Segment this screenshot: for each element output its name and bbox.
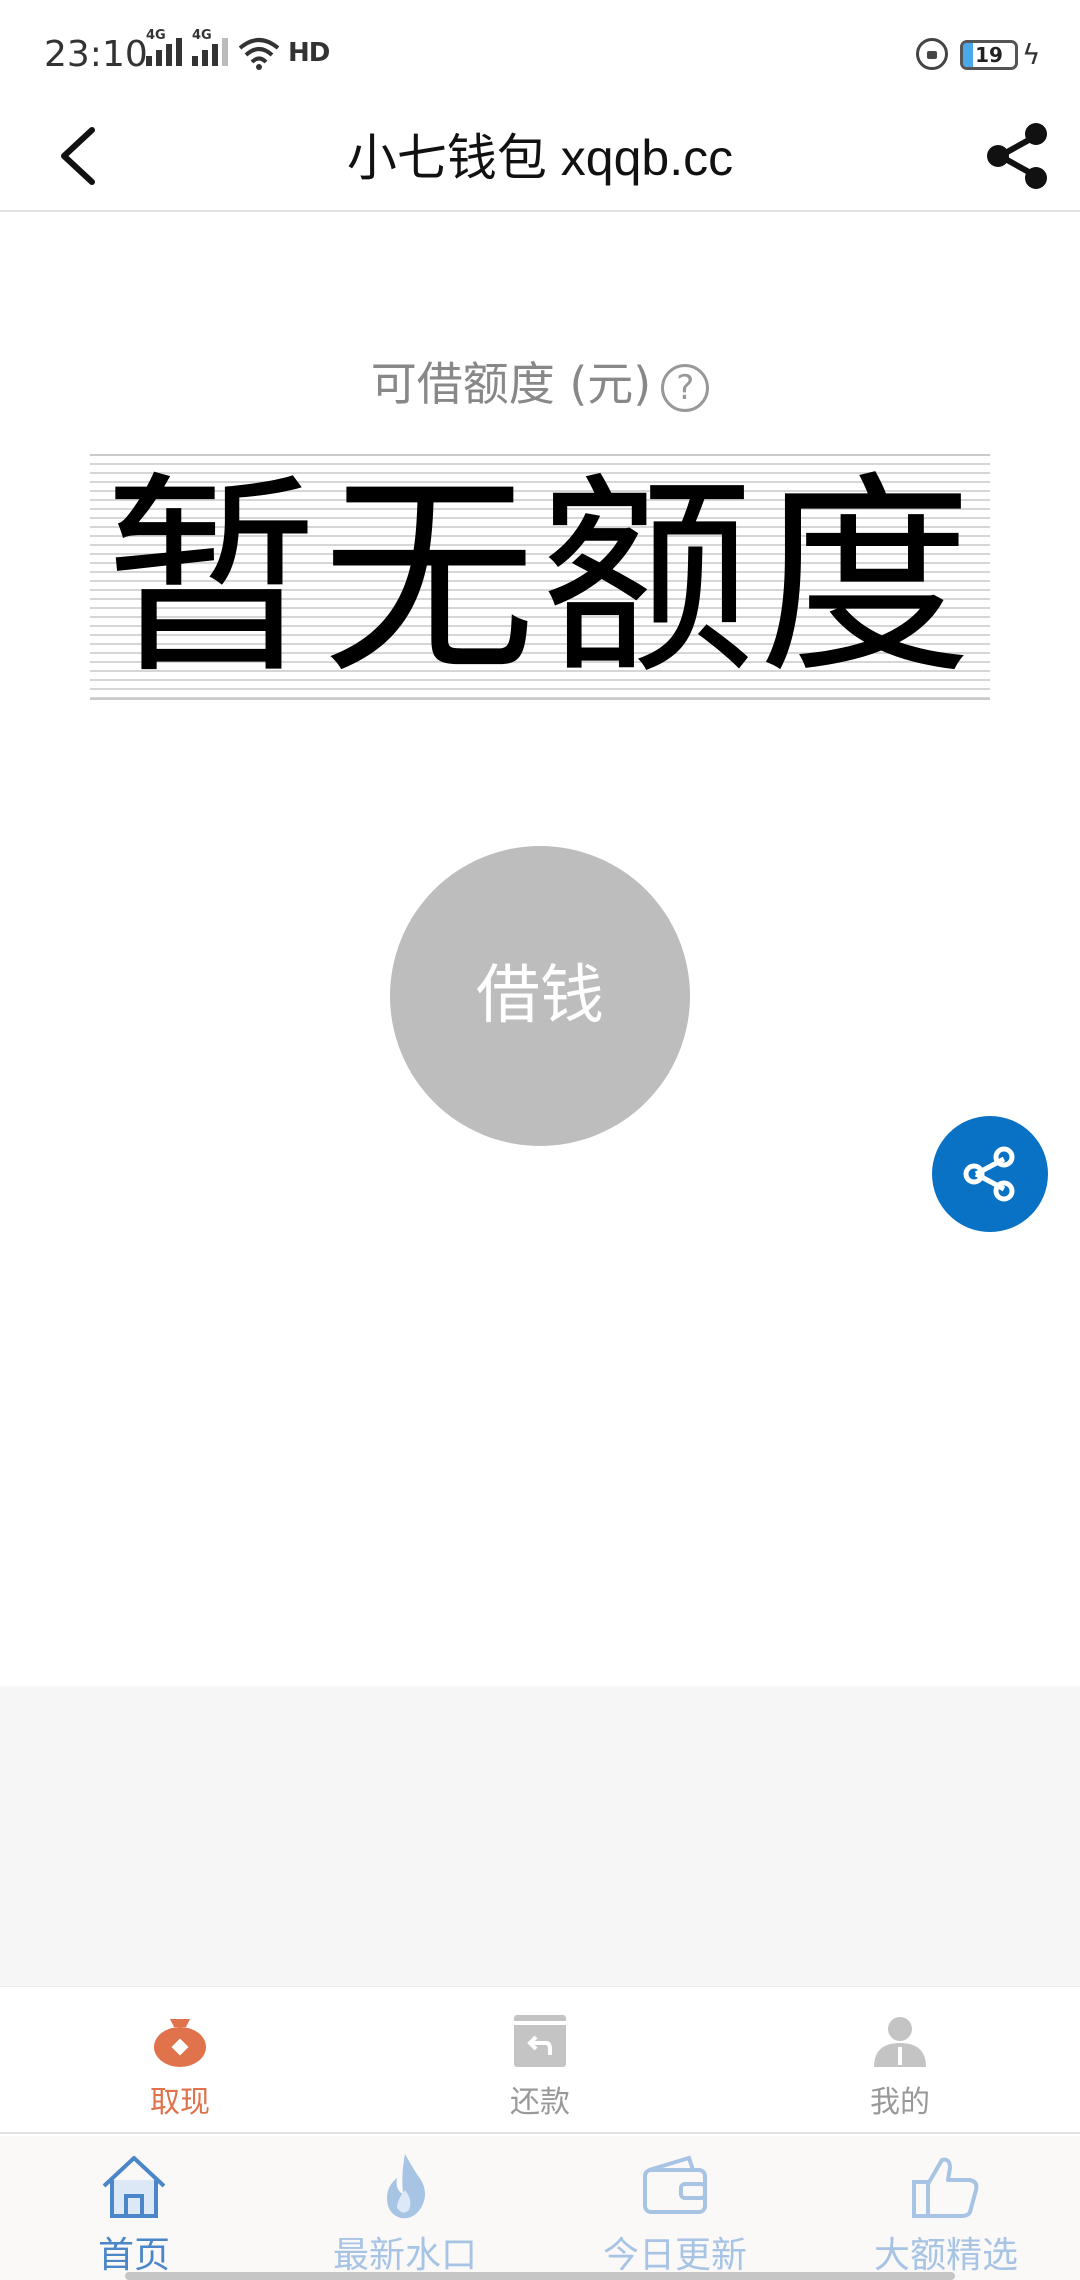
money-bag-icon	[154, 2019, 206, 2067]
home-indicator[interactable]	[125, 2272, 955, 2280]
charging-icon: ϟ	[1022, 38, 1041, 71]
wallet-icon	[643, 2155, 707, 2214]
nav-latest[interactable]: 最新水口	[295, 2136, 515, 2280]
credit-amount: 暂无额度	[104, 454, 976, 703]
bottom-nav: 首页 最新水口 今日更新 大额精选	[0, 2136, 1080, 2280]
battery-level: 19	[975, 43, 1003, 67]
user-icon	[874, 2017, 926, 2067]
app-header: 小七钱包 xqqb.cc	[0, 100, 1080, 212]
floating-share-button[interactable]	[932, 1116, 1048, 1232]
nav-home-label: 首页	[97, 2235, 170, 2276]
nav-featured[interactable]: 大额精选	[836, 2136, 1056, 2280]
network-type-label-2: 4G	[192, 28, 212, 43]
repay-icon	[514, 2015, 566, 2067]
wifi-icon	[238, 38, 280, 70]
network-type-label: 4G	[146, 28, 166, 43]
nav-today-label: 今日更新	[602, 2235, 747, 2276]
page-title: 小七钱包 xqqb.cc	[346, 130, 734, 186]
hd-icon: HD	[288, 38, 330, 68]
inner-tab-bar: 取现 还款 我的	[0, 1986, 1080, 2134]
borrow-button[interactable]: 借钱	[390, 846, 690, 1146]
tab-cash[interactable]: 取现	[80, 1987, 280, 2135]
thumbs-up-icon	[912, 2157, 979, 2218]
credit-limit-label: 可借额度 (元)?	[0, 348, 1080, 414]
credit-amount-box: 暂无额度	[90, 454, 990, 700]
help-icon[interactable]: ?	[661, 363, 710, 412]
nav-home[interactable]: 首页	[24, 2136, 244, 2280]
status-time: 23:10	[44, 34, 148, 75]
signal-icon: 4G	[146, 28, 182, 66]
tab-cash-label: 取现	[150, 2085, 210, 2120]
flame-icon	[387, 2154, 425, 2219]
signal-icon-2: 4G	[192, 28, 228, 66]
header-share-button[interactable]	[980, 112, 1056, 196]
tab-repay-label: 还款	[510, 2085, 570, 2120]
home-icon	[102, 2156, 166, 2218]
battery-icon: 19	[960, 40, 1018, 70]
share-icon	[963, 1146, 1015, 1202]
tab-mine[interactable]: 我的	[800, 1987, 1000, 2135]
nav-featured-label: 大额精选	[873, 2235, 1018, 2276]
tab-mine-label: 我的	[870, 2085, 930, 2120]
tab-repay[interactable]: 还款	[440, 1987, 640, 2135]
nav-latest-label: 最新水口	[332, 2235, 477, 2276]
share-icon	[987, 123, 1047, 189]
content-spacer	[0, 1686, 1080, 1986]
lock-rotation-icon	[916, 38, 948, 70]
nav-today[interactable]: 今日更新	[565, 2136, 785, 2280]
status-bar: 23:10 4G 4G HD 19 ϟ	[0, 0, 1080, 100]
credit-limit-text: 可借额度 (元)	[370, 357, 652, 411]
